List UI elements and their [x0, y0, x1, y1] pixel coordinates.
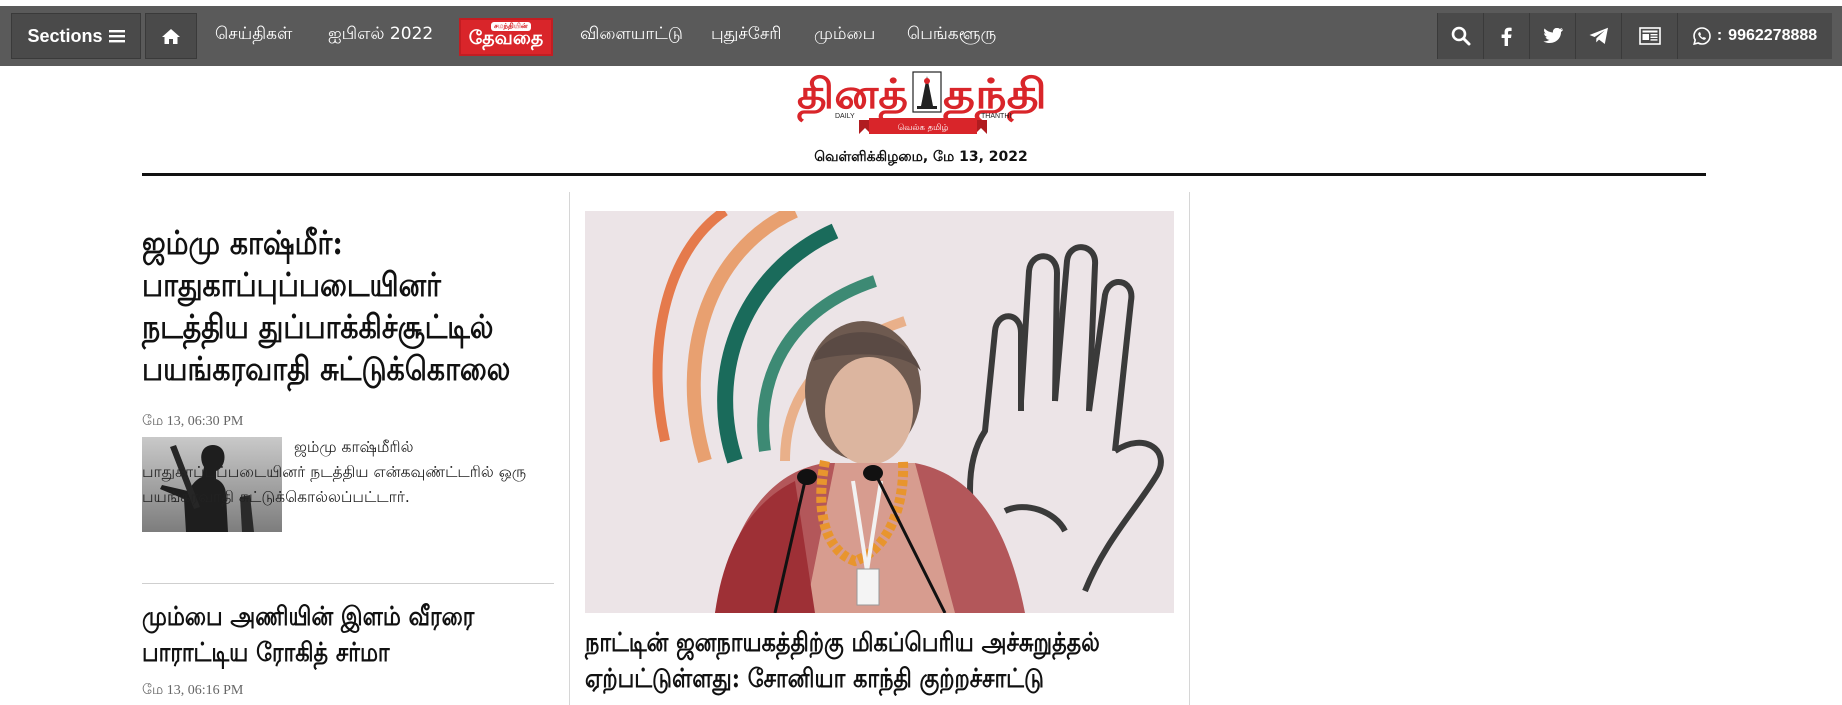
story-time: மே 13, 06:30 PM [142, 414, 244, 429]
twitter-icon [1542, 28, 1563, 44]
home-button[interactable] [145, 13, 197, 59]
left-news-column: ஜம்மு காஷ்மீர்: பாதுகாப்புப்படையினர் நடத… [142, 222, 555, 698]
story-summary-kashmir: ஜம்மு காஷ்மீரில் பாதுகாப்புப்படையினர் நட… [142, 435, 554, 510]
hamburger-icon [108, 30, 125, 43]
masthead-rule [142, 173, 1706, 176]
whatsapp-icon [1692, 27, 1711, 45]
epaper-button[interactable] [1621, 13, 1677, 59]
nav-link-bengaluru[interactable]: பெங்களூரு [907, 24, 996, 46]
search-button[interactable] [1437, 13, 1483, 59]
nav-link-news[interactable]: செய்திகள் [215, 24, 292, 46]
story-headline-rohit[interactable]: மும்பை அணியின் இளம் வீரரை பாராட்டிய ரோகி… [142, 599, 503, 671]
sections-menu-button[interactable]: Sections [11, 13, 141, 59]
story-separator [142, 583, 554, 584]
column-divider-left [569, 192, 570, 705]
top-navigation-bar: Sections செய்திகள் ஐபிஎல் 2022 சமந்தியின… [0, 6, 1842, 66]
logo-sub-right: THANTHI [981, 113, 1011, 120]
column-divider-right [1189, 192, 1190, 705]
home-icon [162, 28, 180, 44]
epaper-icon [1638, 27, 1661, 45]
story-summary-text: ஜம்மு காஷ்மீரில் பாதுகாப்புப்படையினர் நட… [142, 438, 527, 506]
logo-sub-left: DAILY [835, 113, 855, 120]
speaker-at-podium-image [585, 211, 1174, 613]
search-icon [1451, 26, 1470, 46]
facebook-button[interactable] [1483, 13, 1529, 59]
facebook-icon [1501, 27, 1512, 46]
nav-link-mumbai[interactable]: மும்பை [814, 24, 875, 46]
site-logo[interactable]: தினத் தந்தி DAILY THANTHI வெல்க தமிழ் [795, 68, 1051, 142]
telegram-button[interactable] [1575, 13, 1621, 59]
phone-separator: : [1716, 27, 1723, 44]
nav-link-sports[interactable]: விளையாட்டு [580, 24, 683, 46]
logo-ribbon: வெல்க தமிழ் [898, 123, 949, 133]
devathai-tag: சமந்தியின் [491, 22, 531, 31]
story-time: மே 13, 06:16 PM [142, 683, 244, 698]
story-headline-kashmir[interactable]: ஜம்மு காஷ்மீர்: பாதுகாப்புப்படையினர் நடத… [142, 222, 555, 390]
sections-label: Sections [27, 25, 103, 46]
dailythanthi-logo: தினத் தந்தி DAILY THANTHI வெல்க தமிழ் [797, 70, 1047, 134]
current-date: வெள்ளிக்கிழமை, மே 13, 2022 [814, 149, 1028, 165]
twitter-button[interactable] [1529, 13, 1575, 59]
nav-link-devathai[interactable]: சமந்தியின் தேவதை [459, 18, 553, 56]
lead-story-headline[interactable]: நாட்டின் ஜனநாயகத்திற்கு மிகப்பெரிய அச்சு… [585, 625, 1153, 697]
lead-story-image[interactable] [585, 211, 1174, 613]
nav-link-ipl-2022[interactable]: ஐபிஎல் 2022 [328, 24, 433, 46]
telegram-icon [1589, 27, 1608, 44]
nav-link-puducherry[interactable]: புதுச்சேரி [711, 24, 782, 46]
social-icon-group: : 9962278888 [1437, 13, 1832, 59]
whatsapp-contact[interactable]: : 9962278888 [1677, 13, 1832, 59]
phone-number: 9962278888 [1728, 27, 1818, 44]
